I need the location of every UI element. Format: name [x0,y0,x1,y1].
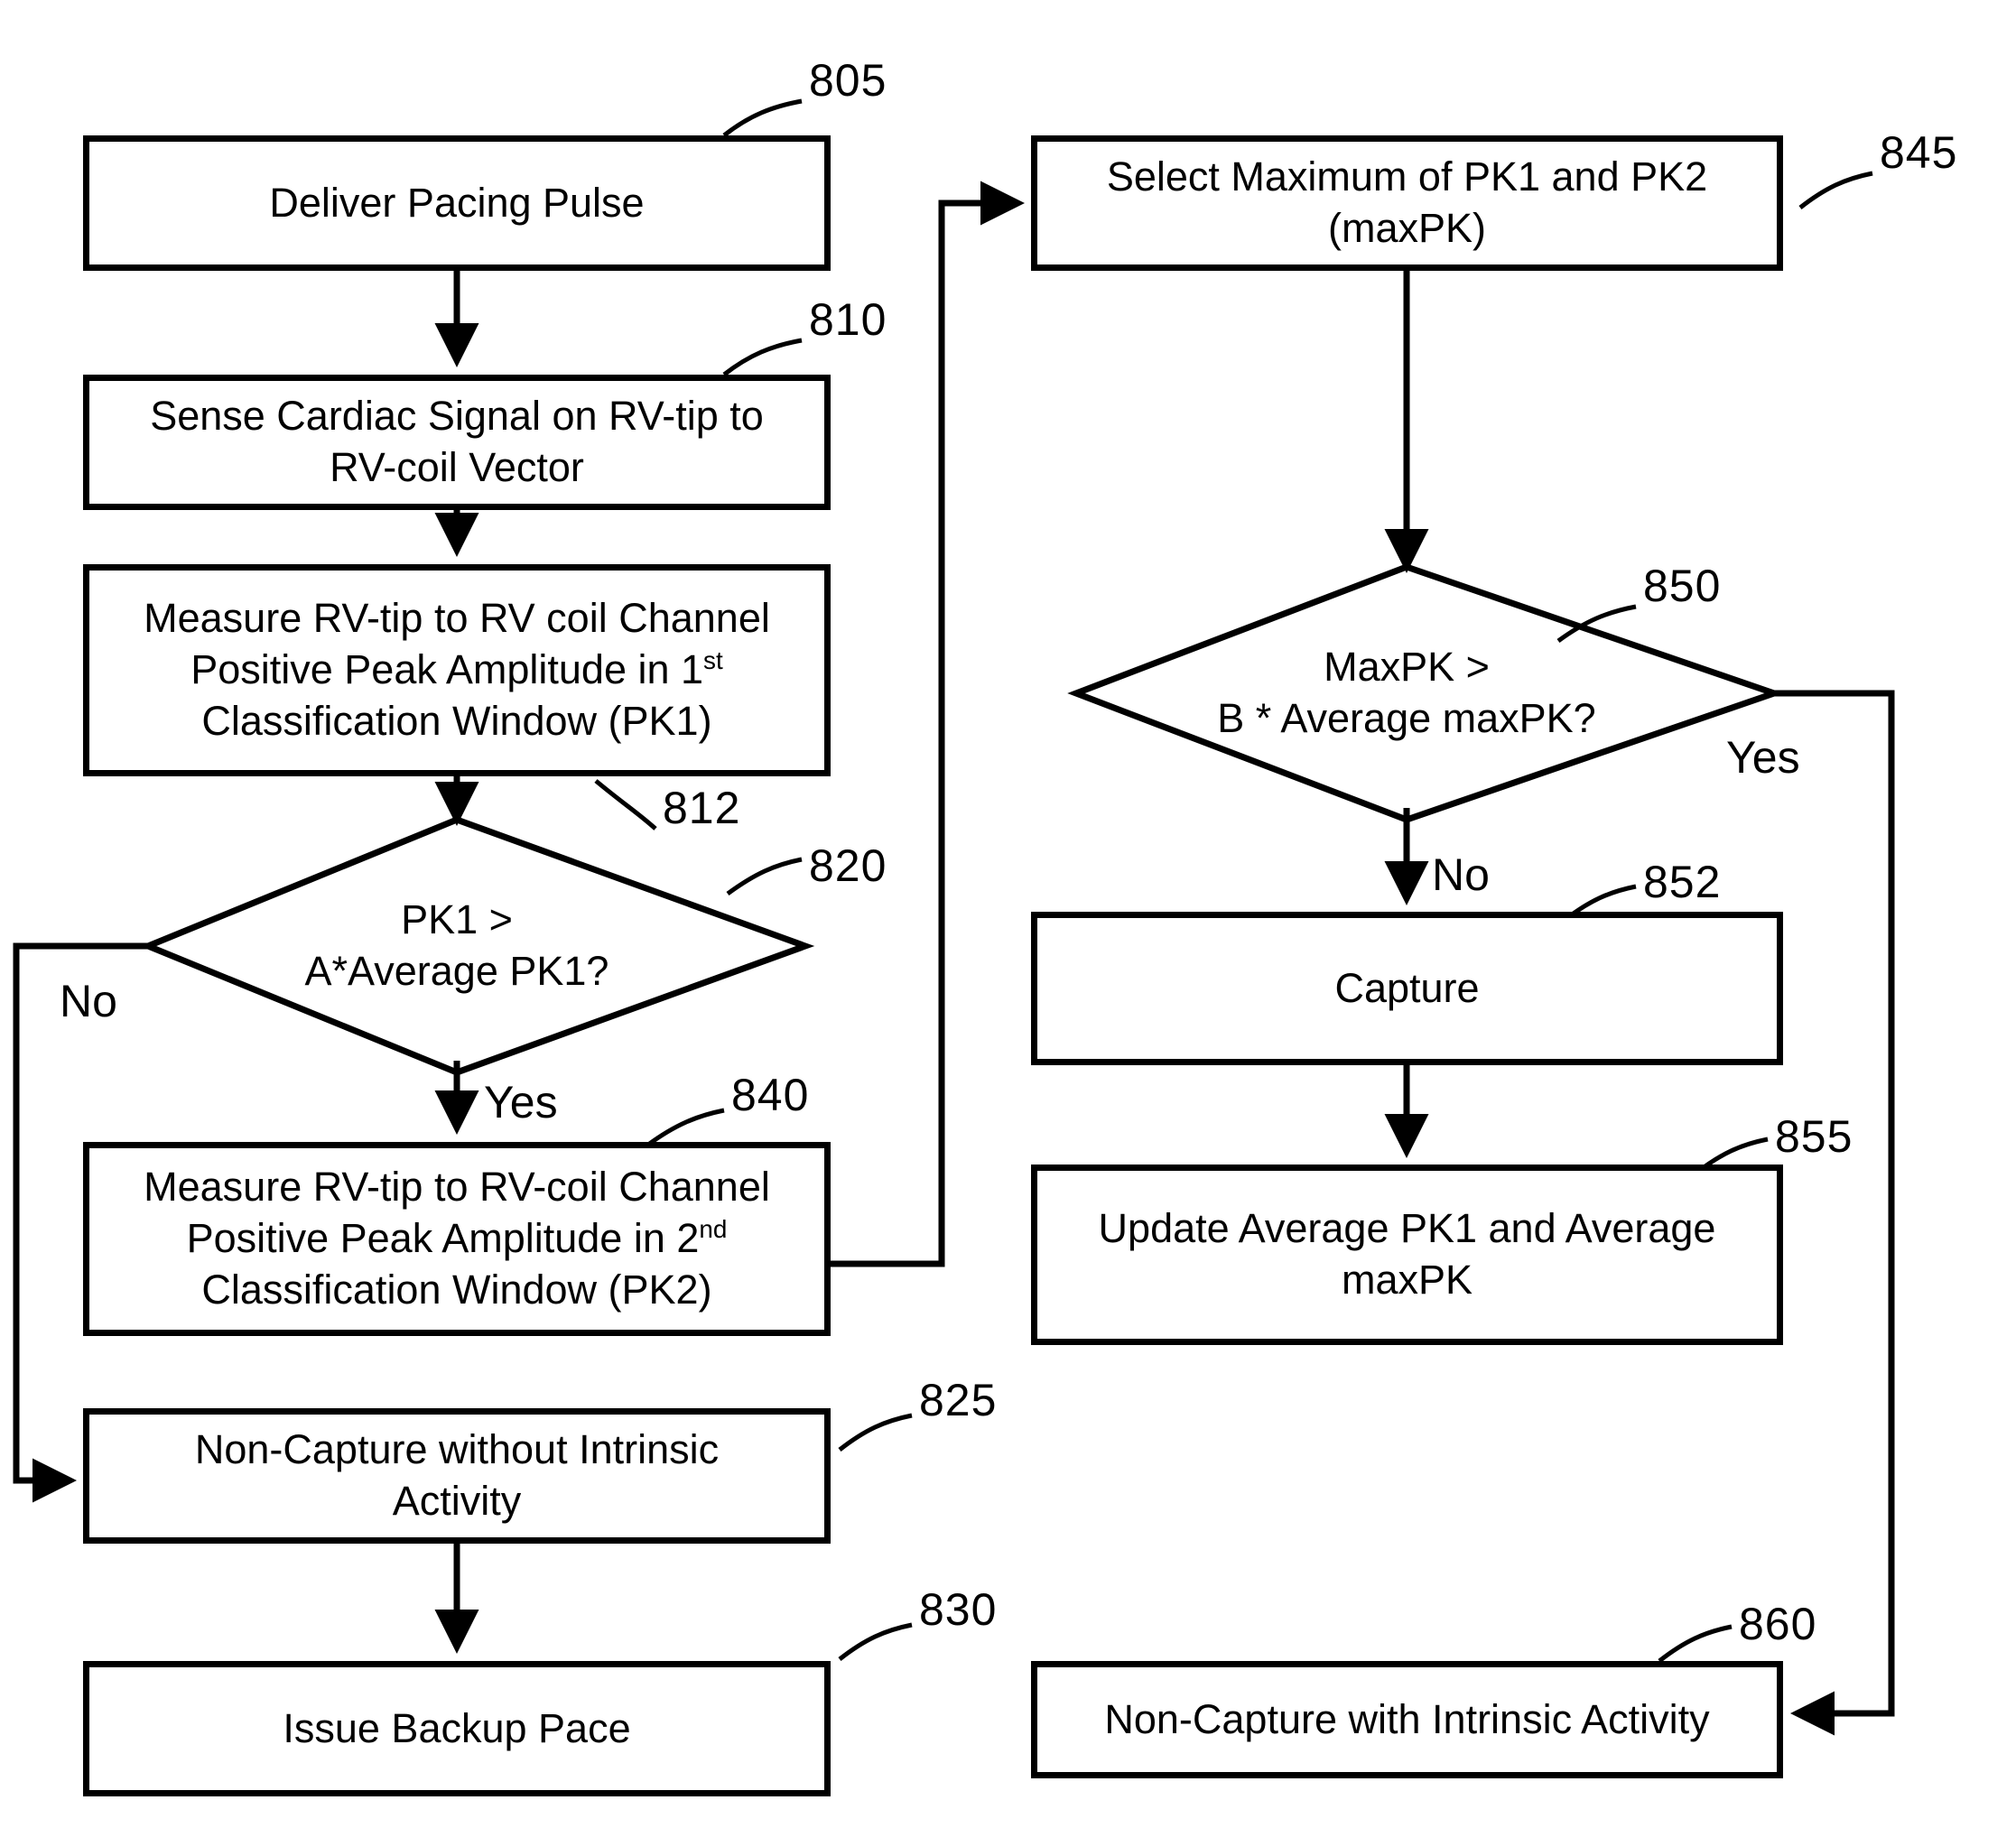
process-810[interactable]: Sense Cardiac Signal on RV-tip to RV-coi… [83,375,831,510]
leader-840 [646,1108,725,1147]
branch-label-820-yes: Yes [484,1077,558,1127]
ref-label-850: 850 [1643,561,1722,611]
edge-840-845 [831,181,1025,1267]
branch-label-850-no: No [1432,849,1490,900]
process-855-label: Update Average PK1 and Average maxPK [1098,1205,1716,1303]
process-810-label: Sense Cardiac Signal on RV-tip to RV-coi… [150,393,764,490]
branch-label-850-yes: Yes [1726,732,1800,783]
leader-805 [722,98,803,137]
ref-label-860: 860 [1739,1599,1817,1649]
edge-850-860-yes [1774,690,1895,1736]
process-860[interactable]: Non-Capture with Intrinsic Activity [1031,1661,1783,1778]
process-812[interactable]: Measure RV-tip to RV coil Channel Positi… [83,564,831,776]
process-805-label: Deliver Pacing Pulse [269,179,645,226]
process-845-label: Select Maximum of PK1 and PK2 (maxPK) [1106,153,1708,251]
ref-label-830: 830 [919,1584,998,1635]
leader-860 [1658,1624,1733,1663]
branch-label-820-no: No [60,976,117,1026]
process-805[interactable]: Deliver Pacing Pulse [83,135,831,271]
ref-label-812: 812 [663,783,741,833]
process-855[interactable]: Update Average PK1 and Average maxPK [1031,1165,1783,1345]
leader-830 [838,1622,913,1661]
process-825[interactable]: Non-Capture without Intrinsic Activity [83,1408,831,1544]
process-860-label: Non-Capture with Intrinsic Activity [1104,1695,1710,1742]
decision-shape-820 [139,816,815,1076]
process-840[interactable]: Measure RV-tip to RV-coil Channel Positi… [83,1142,831,1336]
ref-label-805: 805 [809,55,887,106]
process-830-label: Issue Backup Pace [283,1704,631,1751]
process-852-label: Capture [1334,964,1480,1011]
leader-845 [1798,171,1873,209]
leader-820 [726,857,803,896]
ref-label-825: 825 [919,1375,998,1425]
process-830[interactable]: Issue Backup Pace [83,1661,831,1796]
process-812-label: Measure RV-tip to RV coil Channel Positi… [144,595,770,744]
ref-label-855: 855 [1775,1111,1853,1162]
flowchart-canvas: Deliver Pacing Pulse 805 Sense Cardiac S… [0,0,2016,1828]
leader-825 [838,1413,913,1452]
process-840-line2: Positive Peak Amplitude in 2nd [186,1215,728,1262]
process-825-label: Non-Capture without Intrinsic Activity [194,1426,720,1524]
process-845[interactable]: Select Maximum of PK1 and PK2 (maxPK) [1031,135,1783,271]
leader-812 [594,779,657,830]
ref-label-820: 820 [809,840,887,891]
process-840-label: Measure RV-tip to RV-coil Channel Positi… [144,1164,770,1313]
ref-label-852: 852 [1643,857,1722,907]
ref-label-810: 810 [809,294,887,345]
ref-label-840: 840 [731,1070,810,1120]
leader-810 [722,338,803,376]
process-852[interactable]: Capture [1031,912,1783,1065]
process-812-line2: Positive Peak Amplitude in 1st [190,646,723,693]
ref-label-845: 845 [1880,127,1958,178]
